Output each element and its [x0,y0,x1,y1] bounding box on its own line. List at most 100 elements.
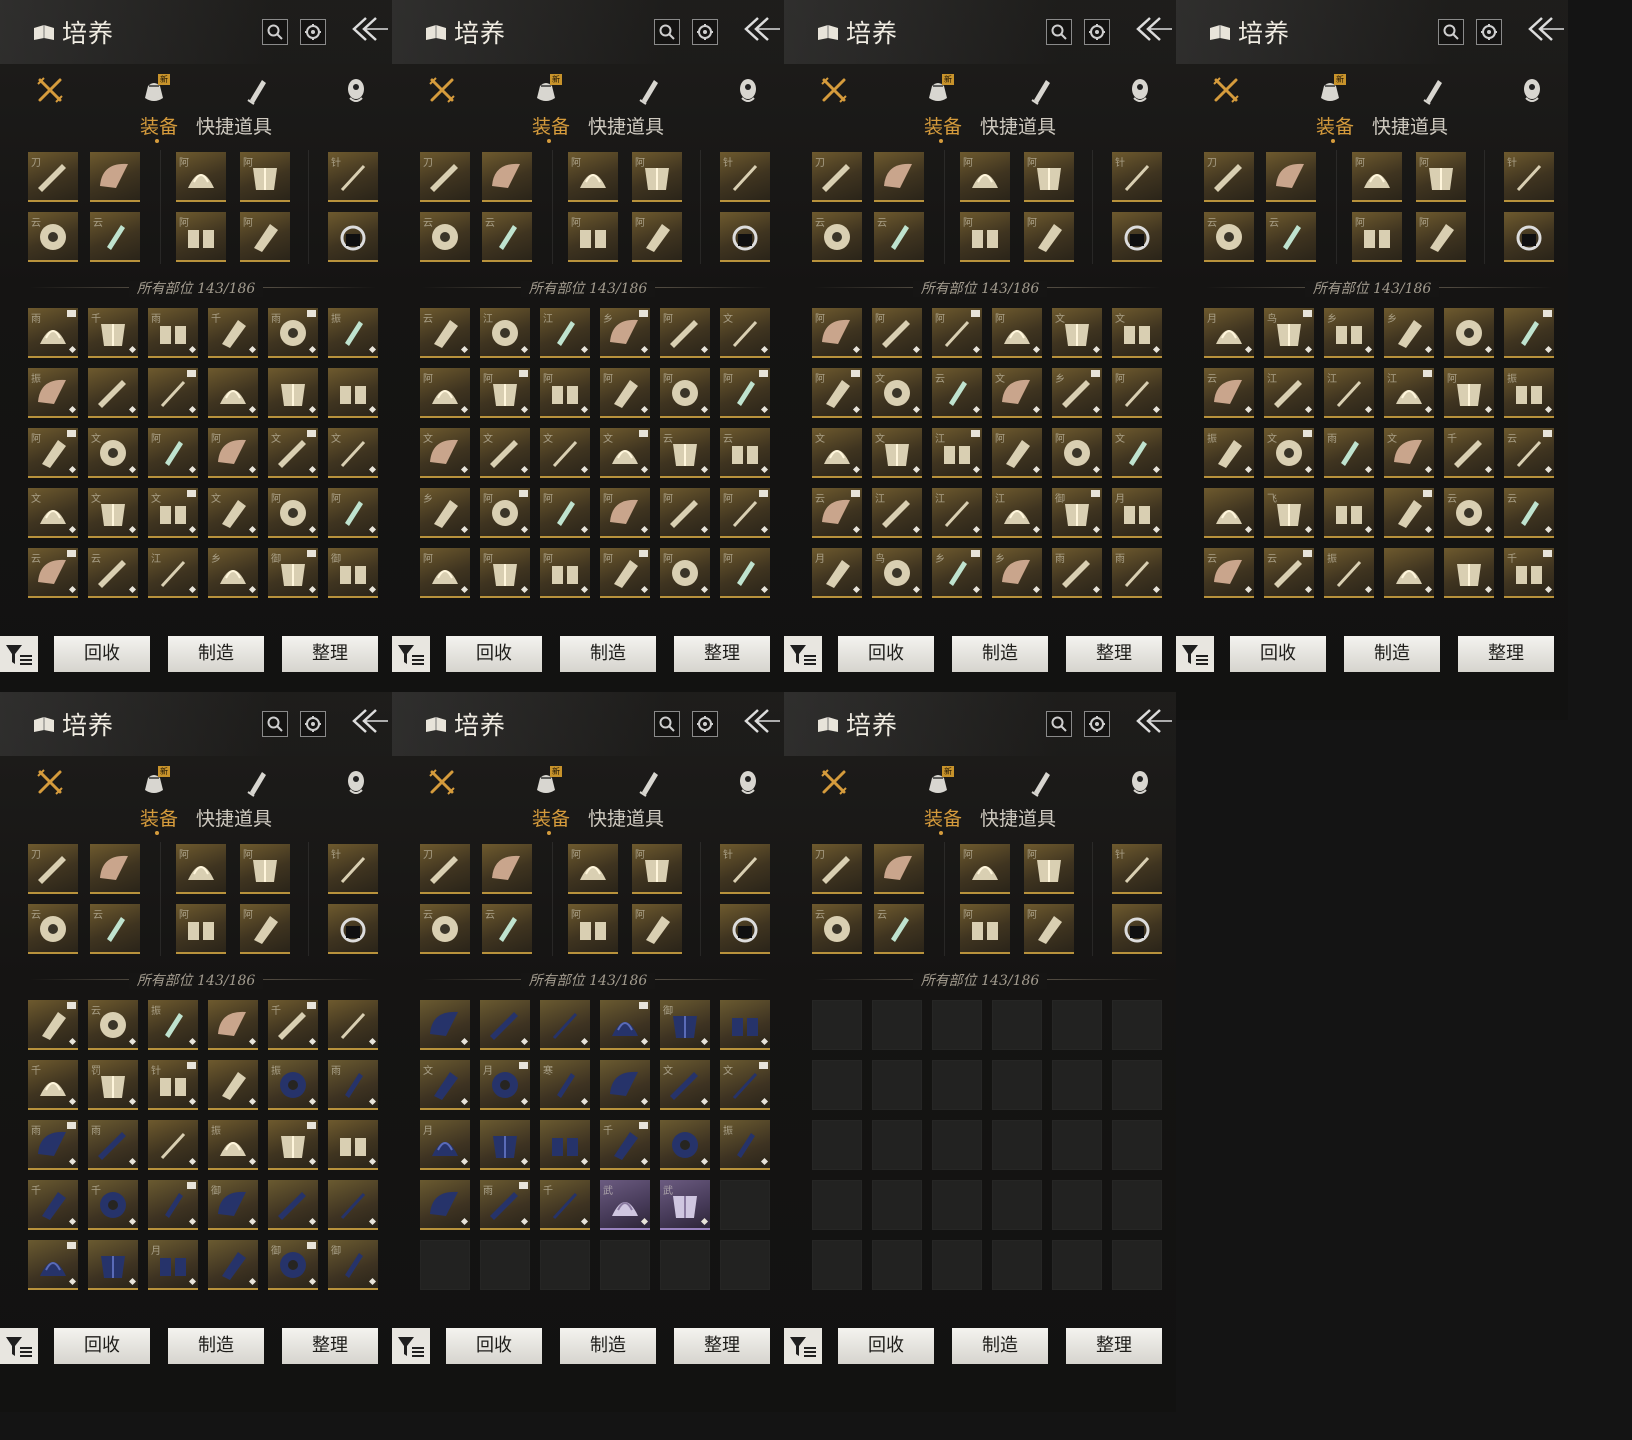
category-scroll[interactable] [240,74,272,106]
inventory-item[interactable]: 雨 [1052,548,1102,598]
equipped-slot-weapon[interactable]: 刀 [812,152,862,202]
inventory-item[interactable]: 阿 [600,548,650,598]
inventory-item[interactable]: 乡 [992,548,1042,598]
equipped-slot-weapon[interactable]: 刀 [28,152,78,202]
inventory-item[interactable]: 文 [720,1060,770,1110]
inventory-item[interactable]: 千 [88,1180,138,1230]
inventory-item[interactable]: 江 [480,308,530,358]
inventory-item[interactable]: 振 [1204,428,1254,478]
tab-quick-items[interactable]: 快捷道具 [588,112,664,139]
inventory-item[interactable]: 武 [660,1180,710,1230]
inventory-item[interactable]: 雨 [480,1180,530,1230]
inventory-item[interactable] [720,1000,770,1050]
inventory-item[interactable]: 阿 [480,488,530,538]
recycle-button[interactable]: 回收 [446,1328,542,1364]
inventory-item[interactable]: 振 [268,1060,318,1110]
equipped-slot-hat[interactable]: 阿 [568,152,618,202]
inventory-item[interactable] [148,1180,198,1230]
inventory-item[interactable]: 阿 [992,428,1042,478]
inventory-item[interactable]: 阿 [660,308,710,358]
inventory-item[interactable]: 月 [480,1060,530,1110]
inventory-item[interactable]: 云 [1504,428,1554,478]
craft-button[interactable]: 制造 [952,636,1048,672]
recycle-button[interactable]: 回收 [446,636,542,672]
category-token[interactable] [340,74,372,106]
inventory-item[interactable]: 乡 [932,548,982,598]
inventory-item[interactable]: 江 [148,548,198,598]
inventory-item[interactable] [148,1120,198,1170]
search-button[interactable] [1046,19,1072,45]
equipped-slot-jade[interactable]: 云 [482,904,532,954]
inventory-item[interactable]: 文 [1384,428,1434,478]
equipped-slot-weapon[interactable]: 刀 [812,844,862,894]
inventory-item[interactable]: 阿 [600,368,650,418]
inventory-item[interactable] [328,368,378,418]
organize-button[interactable]: 整理 [1458,636,1554,672]
settings-button[interactable] [692,711,718,737]
equipped-slot-jade[interactable]: 云 [482,212,532,262]
inventory-item[interactable]: 千 [540,1180,590,1230]
inventory-item[interactable]: 振 [328,308,378,358]
inventory-item[interactable] [328,1000,378,1050]
recycle-button[interactable]: 回收 [838,636,934,672]
inventory-item[interactable]: 阿 [872,308,922,358]
inventory-item[interactable]: 文 [328,428,378,478]
equipped-slot-stick[interactable]: 针 [720,844,770,894]
inventory-item[interactable]: 文 [268,428,318,478]
inventory-item[interactable]: 阿 [812,368,862,418]
filter-button[interactable] [392,1328,430,1364]
equipped-slot-weapon[interactable]: 刀 [420,844,470,894]
inventory-item[interactable]: 千 [268,1000,318,1050]
tab-quick-items[interactable]: 快捷道具 [980,112,1056,139]
equipped-slot-bracer[interactable]: 阿 [568,904,618,954]
inventory-item[interactable]: 千 [28,1060,78,1110]
inventory-item[interactable]: 文 [88,488,138,538]
inventory-item[interactable]: 飞 [1264,488,1314,538]
inventory-item[interactable]: 云 [1264,548,1314,598]
inventory-item[interactable]: 针 [148,1060,198,1110]
filter-button[interactable] [0,636,38,672]
inventory-item[interactable]: 云 [420,308,470,358]
category-token[interactable] [1124,74,1156,106]
inventory-item[interactable]: 乡 [1324,308,1374,358]
equipped-slot-fan[interactable] [874,844,924,894]
tab-equipment[interactable]: 装备 [1316,112,1354,139]
equipped-slot-jade[interactable]: 云 [90,212,140,262]
inventory-item[interactable]: 振 [720,1120,770,1170]
inventory-item[interactable]: 阿 [328,488,378,538]
category-scroll[interactable] [1024,74,1056,106]
tab-equipment[interactable]: 装备 [140,112,178,139]
equipped-slot-bag[interactable] [720,212,770,262]
equipped-slot-gauntlet[interactable]: 阿 [632,212,682,262]
inventory-item[interactable]: 千 [1444,428,1494,478]
inventory-item[interactable] [1384,548,1434,598]
equipped-slot-fan[interactable] [90,844,140,894]
inventory-item[interactable] [1444,308,1494,358]
category-crossed-swords[interactable] [818,766,850,798]
equipped-slot-hat[interactable]: 阿 [568,844,618,894]
inventory-item[interactable]: 千 [600,1120,650,1170]
organize-button[interactable]: 整理 [282,1328,378,1364]
inventory-item[interactable]: 罚 [88,1060,138,1110]
tab-equipment[interactable]: 装备 [924,804,962,831]
filter-button[interactable] [392,636,430,672]
equipped-slot-bracer[interactable]: 阿 [568,212,618,262]
settings-button[interactable] [1084,711,1110,737]
inventory-item[interactable]: 振 [1324,548,1374,598]
inventory-item[interactable]: 阿 [1112,368,1162,418]
tab-equipment[interactable]: 装备 [140,804,178,831]
inventory-item[interactable]: 雨 [328,1060,378,1110]
settings-button[interactable] [1084,19,1110,45]
inventory-item[interactable]: 文 [420,1060,470,1110]
tab-quick-items[interactable]: 快捷道具 [980,804,1056,831]
craft-button[interactable]: 制造 [952,1328,1048,1364]
inventory-item[interactable] [208,1240,258,1290]
equipped-slot-stick[interactable]: 针 [1112,152,1162,202]
inventory-item[interactable]: 阿 [1444,368,1494,418]
equipped-slot-weapon[interactable]: 刀 [28,844,78,894]
equipped-slot-bracer[interactable]: 阿 [176,212,226,262]
inventory-item[interactable]: 雨 [1112,548,1162,598]
inventory-item[interactable]: 御 [268,1240,318,1290]
equipped-slot-ring[interactable]: 云 [420,212,470,262]
equipped-slot-gauntlet[interactable]: 阿 [632,904,682,954]
